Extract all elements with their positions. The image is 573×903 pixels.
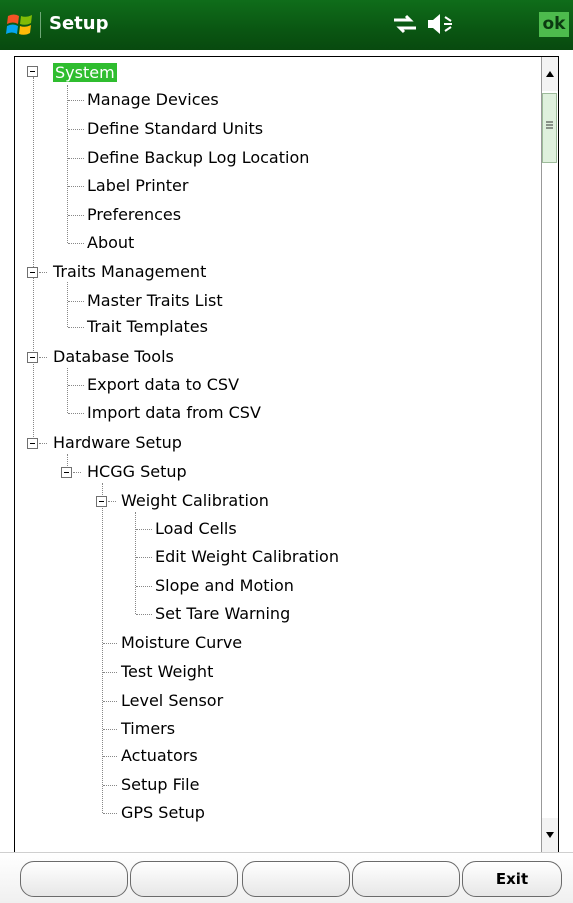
tree-connector <box>136 529 152 530</box>
scroll-thumb[interactable] <box>542 93 557 163</box>
tree-connector <box>136 614 152 615</box>
tree-node-actuators[interactable]: Actuators <box>121 745 198 767</box>
softkey-3[interactable] <box>242 861 350 897</box>
tree-connector <box>68 413 84 414</box>
tree-node-about[interactable]: About <box>87 232 134 254</box>
tree-node-timers[interactable]: Timers <box>121 718 175 740</box>
tree-connector <box>39 272 47 273</box>
exit-button[interactable]: Exit <box>462 861 562 897</box>
scroll-down-button[interactable] <box>542 818 558 852</box>
tree-connector <box>136 586 152 587</box>
tree-connector <box>68 243 84 244</box>
tree-node-master-traits-list[interactable]: Master Traits List <box>87 290 223 312</box>
softkey-1[interactable] <box>20 861 128 897</box>
app-title: Setup <box>49 13 109 34</box>
tree-connector <box>135 512 136 614</box>
scroll-up-arrow-icon <box>546 71 554 77</box>
tree-connector <box>68 158 84 159</box>
tree-node-level-sensor[interactable]: Level Sensor <box>121 690 223 712</box>
scroll-up-button[interactable] <box>542 57 558 91</box>
tree-node-import-csv[interactable]: Import data from CSV <box>87 402 261 424</box>
tree-node-load-cells[interactable]: Load Cells <box>155 518 237 540</box>
collapse-icon[interactable] <box>27 66 38 77</box>
grip-icon <box>546 121 553 129</box>
tree-content: System Manage Devices Define Standard Un… <box>15 57 542 852</box>
title-separator <box>40 12 41 38</box>
tree-connector <box>103 785 117 786</box>
title-bar: Setup ok <box>0 0 573 50</box>
collapse-icon[interactable] <box>61 467 72 478</box>
tree-connector <box>103 701 117 702</box>
tree-node-label: System <box>53 63 117 82</box>
tree-node-system[interactable]: System <box>53 62 117 84</box>
tree-node-traits-management[interactable]: Traits Management <box>53 261 206 283</box>
tree-node-trait-templates[interactable]: Trait Templates <box>87 316 208 338</box>
tree-node-preferences[interactable]: Preferences <box>87 204 181 226</box>
tree-node-test-weight[interactable]: Test Weight <box>121 661 213 683</box>
tree-connector <box>103 813 117 814</box>
tree-node-hardware-setup[interactable]: Hardware Setup <box>53 432 182 454</box>
tree-node-gps-setup[interactable]: GPS Setup <box>121 802 205 824</box>
tree-connector <box>67 85 68 243</box>
tree-node-define-backup-log-location[interactable]: Define Backup Log Location <box>87 147 309 169</box>
tree-connector <box>68 100 84 101</box>
collapse-icon[interactable] <box>96 496 107 507</box>
tree-connector <box>68 186 84 187</box>
tree-node-slope-and-motion[interactable]: Slope and Motion <box>155 575 294 597</box>
tree-node-edit-weight-calibration[interactable]: Edit Weight Calibration <box>155 546 339 568</box>
tree-node-export-csv[interactable]: Export data to CSV <box>87 374 239 396</box>
soft-key-bar: Exit <box>0 852 573 903</box>
tree-connector <box>136 557 152 558</box>
scroll-down-arrow-icon <box>546 832 554 838</box>
tree-connector <box>68 301 84 302</box>
collapse-icon[interactable] <box>27 352 38 363</box>
tree-node-hcgg-setup[interactable]: HCGG Setup <box>87 461 187 483</box>
tree-connector <box>103 756 117 757</box>
tree-node-set-tare-warning[interactable]: Set Tare Warning <box>155 603 290 625</box>
collapse-icon[interactable] <box>27 438 38 449</box>
tree-connector <box>103 672 117 673</box>
tree-connector <box>68 385 84 386</box>
connectivity-icon[interactable] <box>392 13 418 35</box>
tree-node-label-printer[interactable]: Label Printer <box>87 175 188 197</box>
tree-node-weight-calibration[interactable]: Weight Calibration <box>121 490 269 512</box>
volume-icon[interactable] <box>426 12 456 36</box>
tree-node-setup-file[interactable]: Setup File <box>121 774 199 796</box>
tree-connector <box>108 501 116 502</box>
tree-connector <box>73 472 81 473</box>
tree-connector <box>102 483 103 813</box>
collapse-icon[interactable] <box>27 267 38 278</box>
start-windows-icon[interactable] <box>5 10 35 40</box>
ok-button[interactable]: ok <box>539 12 569 37</box>
tree-connector <box>68 327 84 328</box>
tree-connector <box>103 729 117 730</box>
tree-connector <box>33 77 34 443</box>
tree-connector <box>68 129 84 130</box>
tree-connector <box>39 357 47 358</box>
settings-tree-view[interactable]: System Manage Devices Define Standard Un… <box>14 56 559 853</box>
tree-connector <box>67 282 68 327</box>
tree-connector <box>68 215 84 216</box>
tree-node-database-tools[interactable]: Database Tools <box>53 346 174 368</box>
tree-connector <box>67 368 68 413</box>
tree-node-manage-devices[interactable]: Manage Devices <box>87 89 219 111</box>
vertical-scrollbar[interactable] <box>541 57 558 852</box>
tree-connector <box>103 643 117 644</box>
softkey-2[interactable] <box>130 861 238 897</box>
tree-connector <box>39 443 47 444</box>
tree-node-moisture-curve[interactable]: Moisture Curve <box>121 632 242 654</box>
softkey-4[interactable] <box>352 861 460 897</box>
tree-node-define-standard-units[interactable]: Define Standard Units <box>87 118 263 140</box>
